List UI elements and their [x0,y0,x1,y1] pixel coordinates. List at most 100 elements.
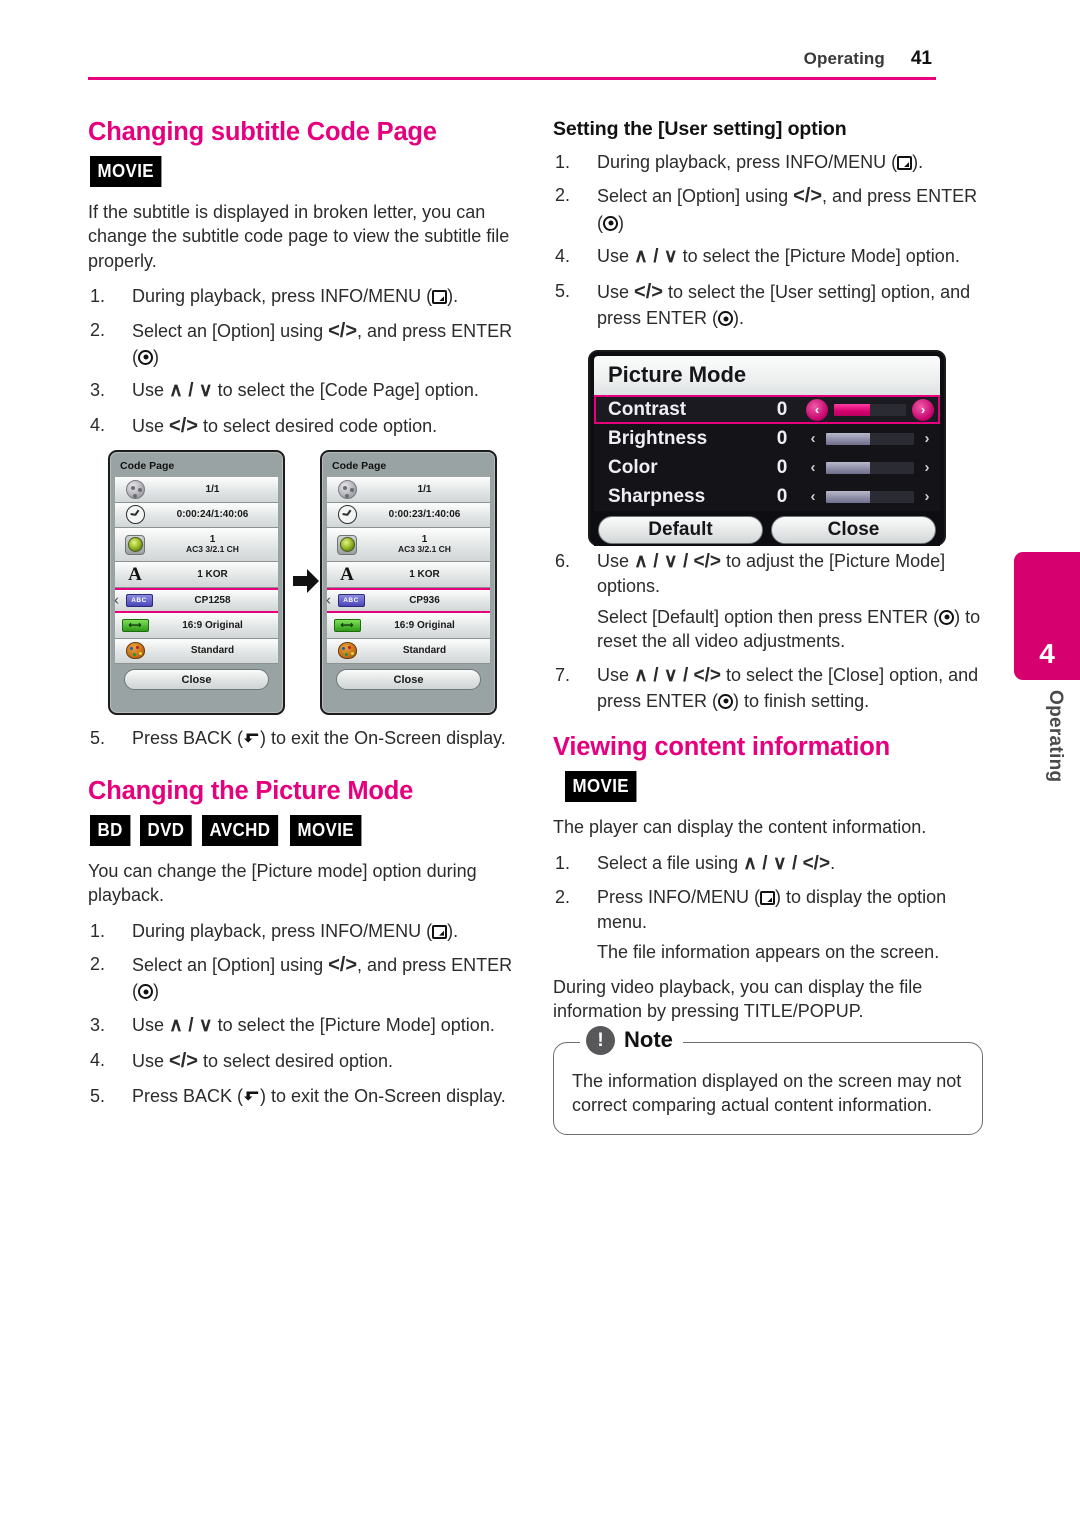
key-glyph: </> [634,280,663,303]
osd-row-value: 0:00:24/1:40:06 [176,509,249,521]
chevron-right-icon[interactable]: › [920,459,934,476]
close-button[interactable]: Close [336,669,481,690]
right-column: Setting the [User setting] option 1. Duri… [553,118,983,1135]
slider-track[interactable] [826,432,914,445]
close-button[interactable]: Close [771,516,936,544]
row-value: 0 [776,456,788,478]
arrow-right-icon [293,569,319,593]
list-item: 5. Press BACK () to exit the On-Screen di… [88,726,513,750]
chevron-right-icon[interactable]: › [920,430,934,447]
film-reel-icon [327,479,367,499]
steps-list-picture-mode: 1. During playback, press INFO/MENU (). 2… [88,919,513,1109]
row-label: Brightness [608,427,708,449]
osd-row-value: 1 AC3 3/2.1 CH [367,534,490,555]
step-text-tail: ). [447,286,459,307]
codepage-abc-icon: ABC [115,593,155,607]
osd-rows: 1/1 0:00:24/1:40:06 1 AC3 3/2.1 CH A 1 K… [114,477,278,664]
list-item: 1. During playback, press INFO/MENU (). [88,284,513,308]
key-glyph: </> [793,185,823,208]
osd-row-selected[interactable]: ‹ ABC CP1258 [114,587,278,613]
default-button[interactable]: Default [598,516,763,544]
osd-title: Code Page [120,460,175,472]
row-slider[interactable]: ‹ › [806,430,934,447]
step-text: Use [597,550,635,571]
slider-track[interactable] [826,461,914,474]
osd-row-value: CP936 [409,594,440,606]
picture-mode-row-brightness[interactable]: Brightness 0 ‹ › [594,424,940,453]
list-item: 1. During playback, press INFO/MENU (). [88,919,513,943]
step-text-tail: to select desired option. [197,1050,394,1071]
chevron-left-icon[interactable]: ‹ [806,488,820,505]
osd-row[interactable]: Standard [327,638,490,664]
osd-row[interactable]: A 1 KOR [327,562,490,588]
step-number: 1. [90,920,106,941]
step-text: Select a file using [597,852,744,873]
osd-row[interactable]: 1 AC3 3/2.1 CH [327,528,490,562]
osd-row-value: Standard [190,645,235,657]
chevron-left-icon[interactable]: ‹ [806,398,828,421]
key-glyph: ∧ / ∨ / </> [743,852,831,874]
osd-title: Code Page [332,460,387,472]
osd-row[interactable]: 1/1 [115,477,278,503]
chevron-right-icon[interactable]: › [912,398,934,421]
osd-row[interactable]: Standard [115,638,278,664]
osd-row[interactable]: ⟷ 16:9 Original [115,613,278,639]
row-slider[interactable]: ‹ › [806,398,934,421]
chevron-left-icon[interactable]: ‹ [114,592,119,609]
row-slider[interactable]: ‹ › [806,459,934,476]
osd-row[interactable]: ⟷ 16:9 Original [327,613,490,639]
step-text-tail: ) to finish setting. [733,690,870,711]
osd-row-value: Standard [402,645,447,657]
back-icon [244,1091,259,1101]
osd-footer: Close [327,664,490,692]
chevron-left-icon[interactable]: ‹ [806,430,820,447]
osd-row[interactable]: 0:00:23/1:40:06 [327,502,490,528]
badge-movie: MOVIE [289,814,362,846]
picture-mode-row-contrast[interactable]: Contrast 0 ‹ › [594,395,940,424]
step-number: 1. [90,286,106,307]
page-title: Changing subtitle Code Page [88,118,437,146]
chevron-left-icon[interactable]: ‹ [326,592,331,609]
badge-movie: MOVIE [565,771,637,803]
osd-row-selected[interactable]: ‹ ABC CP936 [326,587,490,613]
row-slider[interactable]: ‹ › [806,488,934,505]
row-label: Color [608,456,658,478]
code-page-figure: Code Page 1/1 0:00:24/1:40:06 1 AC3 3/2.… [108,450,508,720]
note-label: Note [624,1027,673,1053]
step-number: 1. [555,152,571,172]
step-text-tail: ). [447,920,459,941]
menu-icon [432,924,448,939]
step-text: Use [132,416,170,437]
picture-mode-row-color[interactable]: Color 0 ‹ › [594,453,940,482]
step-text: Use [597,664,635,685]
step-text-tail: ). [912,152,924,172]
osd-row[interactable]: A 1 KOR [115,562,278,588]
chevron-left-icon[interactable]: ‹ [806,459,820,476]
osd-row[interactable]: 1 AC3 3/2.1 CH [115,528,278,562]
badge-avchd: AVCHD [202,814,278,846]
osd-row[interactable]: 0:00:24/1:40:06 [115,502,278,528]
step-text: Select [Default] option then press ENTER… [597,606,940,627]
chevron-right-icon[interactable]: › [920,488,934,505]
slider-track[interactable] [826,490,914,503]
osd-row-value: 1/1 [205,483,220,495]
close-button[interactable]: Close [124,669,269,690]
step-text: Use [597,246,635,267]
aspect-ratio-icon: ⟷ [327,618,367,632]
picture-mode-row-sharpness[interactable]: Sharpness 0 ‹ › [594,482,940,511]
step-text-tail: ) to exit the On-Screen display. [260,728,506,749]
key-glyph: ∧ / ∨ [169,1014,213,1036]
list-item: 3. Use ∧ / ∨ to select the [Code Page] op… [88,378,513,404]
step-text: During playback, press INFO/MENU ( [132,920,433,941]
osd-row[interactable]: 1/1 [327,477,490,503]
menu-icon [897,156,913,170]
step-text: Use [597,281,635,302]
palette-icon [327,642,367,660]
disc-icon [327,534,367,555]
osd-row-value: 16:9 Original [394,619,455,631]
step-text: Press INFO/MENU ( [597,887,761,908]
steps-list-content-info: 1. Select a file using ∧ / ∨ / </>. 2. Pre… [553,851,983,965]
step-number: 2. [90,954,106,975]
steps-list-code-page-end: 5. Press BACK () to exit the On-Screen di… [88,726,513,750]
slider-track[interactable] [834,403,906,416]
